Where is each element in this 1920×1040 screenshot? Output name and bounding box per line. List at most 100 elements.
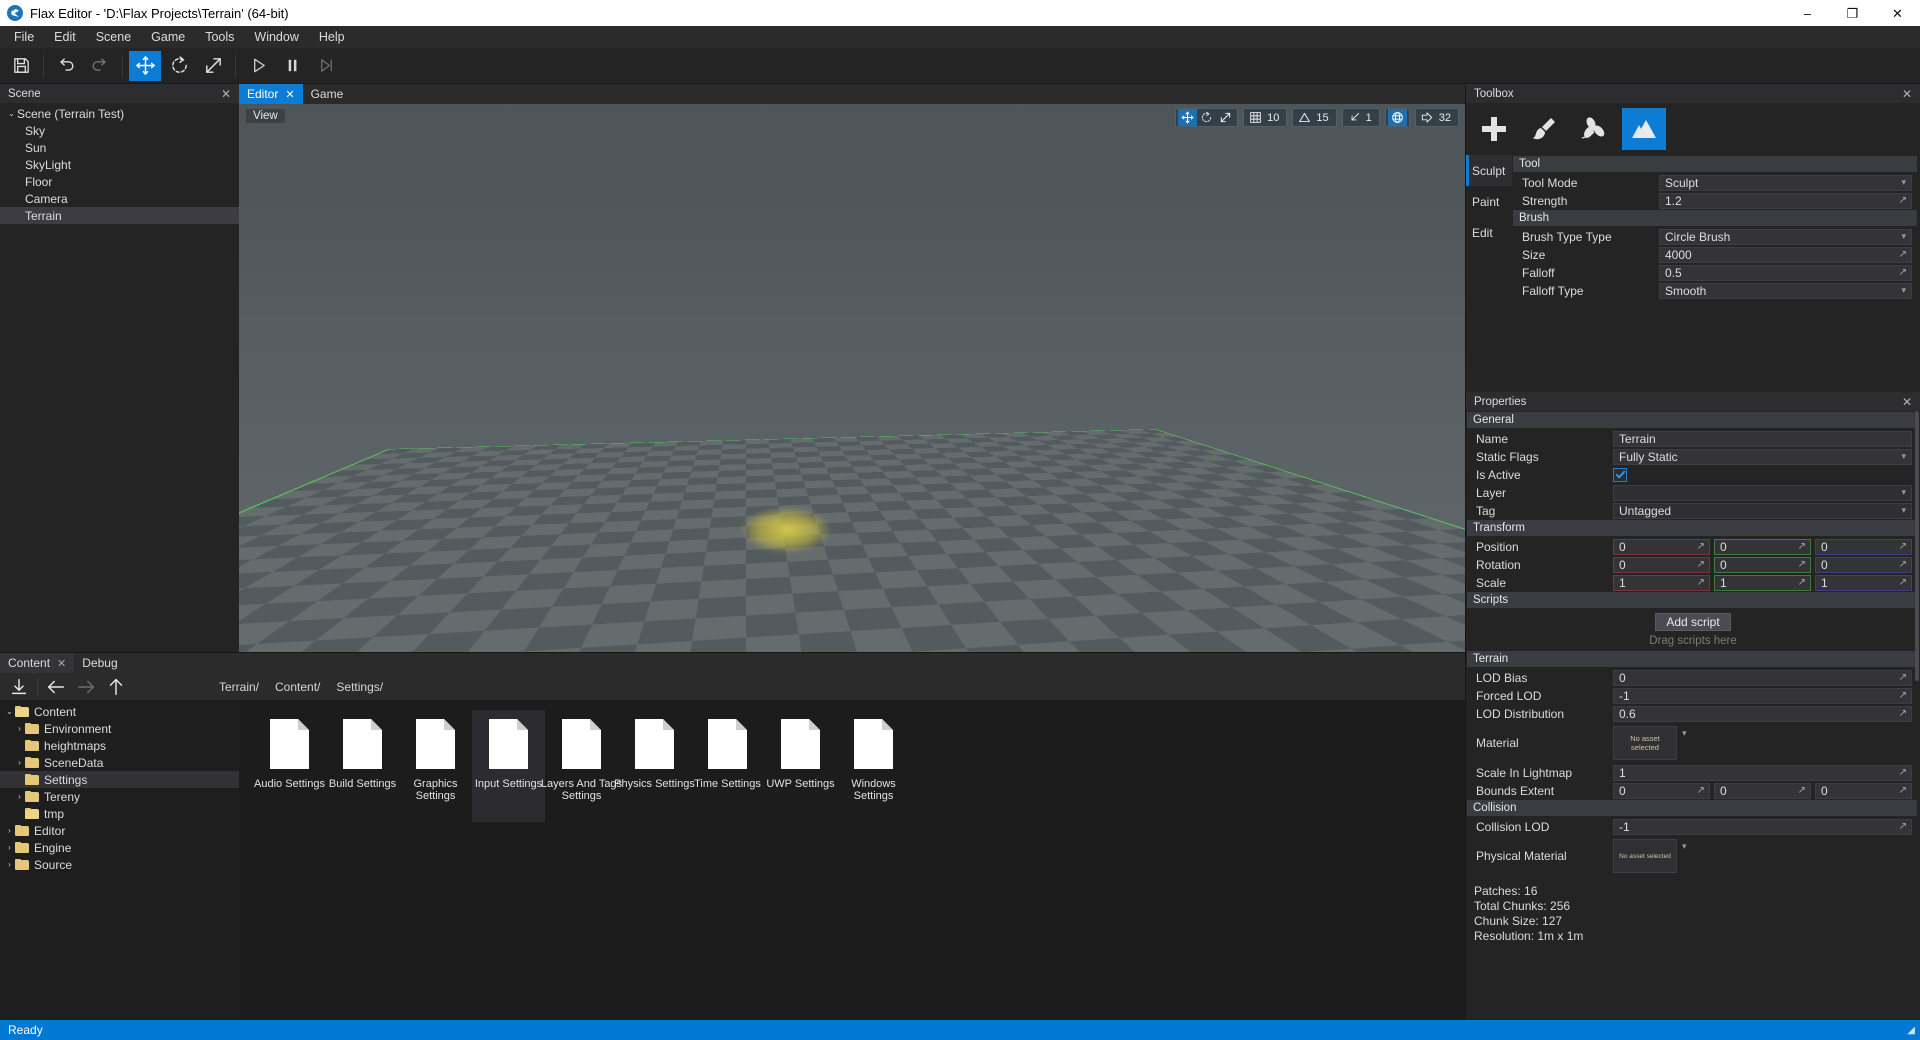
scene-tree-row-skylight[interactable]: SkyLight: [0, 156, 239, 173]
properties-close-icon[interactable]: ✕: [1902, 395, 1912, 409]
scale-mode-icon[interactable]: [1216, 109, 1235, 126]
asset-item[interactable]: Time Settings: [691, 710, 764, 822]
drag-resize-icon[interactable]: ↗: [1798, 577, 1806, 588]
drag-resize-icon[interactable]: ↗: [1697, 577, 1705, 588]
chevron-right-icon[interactable]: ›: [14, 792, 25, 801]
chevron-right-icon[interactable]: ›: [14, 758, 25, 767]
drag-resize-icon[interactable]: ↗: [1798, 541, 1806, 552]
breadcrumb-content[interactable]: Content/: [275, 680, 320, 694]
physical-material-asset-picker[interactable]: No asset selected: [1613, 839, 1677, 873]
rotate-gizmo-icon[interactable]: [163, 51, 195, 81]
bounds-z-input[interactable]: 0 ↗: [1815, 782, 1912, 799]
asset-item[interactable]: Layers And Tags Settings: [541, 710, 622, 822]
lod-bias-input[interactable]: 0 ↗: [1613, 669, 1912, 686]
position-z-input[interactable]: 0 ↗: [1815, 538, 1912, 555]
asset-grid[interactable]: Audio Settings Build Settings Graphics S…: [239, 700, 1465, 1020]
redo-icon[interactable]: [84, 51, 116, 81]
folder-row-editor[interactable]: › Editor: [0, 822, 239, 839]
menu-game[interactable]: Game: [141, 26, 195, 48]
drag-resize-icon[interactable]: ↗: [1798, 785, 1806, 796]
globe-icon[interactable]: [1387, 109, 1407, 126]
close-icon[interactable]: ✕: [1875, 0, 1920, 26]
menu-tools[interactable]: Tools: [195, 26, 244, 48]
position-x-input[interactable]: 0 ↗: [1613, 538, 1710, 555]
folder-row-environment[interactable]: › Environment: [0, 720, 239, 737]
folder-row-tmp[interactable]: tmp: [0, 805, 239, 822]
scene-tree-row-scene[interactable]: ⌄ Scene (Terrain Test): [0, 105, 239, 122]
add-script-button[interactable]: Add script: [1655, 613, 1731, 631]
translate-gizmo-icon[interactable]: [129, 50, 161, 81]
scene-tree-row-camera[interactable]: Camera: [0, 190, 239, 207]
toolbox-tab-sculpt[interactable]: Sculpt: [1466, 155, 1512, 186]
save-icon[interactable]: [5, 51, 37, 81]
drag-resize-icon[interactable]: ↗: [1798, 559, 1806, 570]
pause-icon[interactable]: [276, 51, 308, 81]
drag-resize-icon[interactable]: ↗: [1899, 249, 1907, 260]
forced-lod-input[interactable]: -1 ↗: [1613, 687, 1912, 704]
folder-row-content[interactable]: ⌄ Content: [0, 703, 239, 720]
properties-scrollbar[interactable]: [1915, 411, 1919, 681]
brush-type-select[interactable]: Circle Brush ▾: [1659, 228, 1912, 245]
menu-scene[interactable]: Scene: [86, 26, 141, 48]
collision-lod-input[interactable]: -1 ↗: [1613, 818, 1912, 835]
camera-speed-value[interactable]: 32: [1437, 112, 1456, 124]
static-flags-select[interactable]: Fully Static ▾: [1613, 448, 1912, 465]
scene-tree-row-floor[interactable]: Floor: [0, 173, 239, 190]
chevron-right-icon[interactable]: ›: [4, 860, 15, 869]
drag-resize-icon[interactable]: ↗: [1697, 541, 1705, 552]
strength-input[interactable]: 1.2 ↗: [1659, 192, 1912, 209]
drag-resize-icon[interactable]: ↗: [1899, 672, 1907, 683]
folder-row-heightmaps[interactable]: heightmaps: [0, 737, 239, 754]
view-button[interactable]: View: [245, 108, 286, 124]
minimize-icon[interactable]: –: [1785, 0, 1830, 26]
tab-editor[interactable]: Editor ✕: [239, 84, 303, 104]
drag-resize-icon[interactable]: ↗: [1899, 785, 1907, 796]
rotate-mode-icon[interactable]: [1197, 109, 1216, 126]
breadcrumb-settings[interactable]: Settings/: [336, 680, 383, 694]
scale-lightmap-input[interactable]: 1 ↗: [1613, 764, 1912, 781]
angle-snap-value[interactable]: 15: [1314, 112, 1333, 124]
asset-item[interactable]: UWP Settings: [764, 710, 837, 822]
folder-row-settings[interactable]: Settings: [0, 771, 239, 788]
scale-z-input[interactable]: 1 ↗: [1815, 574, 1912, 591]
asset-item[interactable]: Input Settings: [472, 710, 545, 822]
grid-snap-icon[interactable]: [1246, 109, 1265, 126]
folder-row-scenedata[interactable]: › SceneData: [0, 754, 239, 771]
chevron-down-icon[interactable]: ▾: [1682, 841, 1687, 852]
bounds-y-input[interactable]: 0 ↗: [1714, 782, 1811, 799]
drag-resize-icon[interactable]: ↗: [1899, 767, 1907, 778]
foliage-leaf-icon[interactable]: [1572, 108, 1616, 150]
brush-size-input[interactable]: 4000 ↗: [1659, 246, 1912, 263]
asset-item[interactable]: Graphics Settings: [399, 710, 472, 822]
chevron-down-icon[interactable]: ⌄: [6, 109, 17, 118]
menu-window[interactable]: Window: [244, 26, 308, 48]
paint-brush-icon[interactable]: [1522, 108, 1566, 150]
add-plus-icon[interactable]: [1472, 108, 1516, 150]
brush-falloff-input[interactable]: 0.5 ↗: [1659, 264, 1912, 281]
falloff-type-select[interactable]: Smooth ▾: [1659, 282, 1912, 299]
toolbox-close-icon[interactable]: ✕: [1902, 87, 1912, 101]
bounds-x-input[interactable]: 0 ↗: [1613, 782, 1710, 799]
drag-resize-icon[interactable]: ↗: [1899, 821, 1907, 832]
chevron-right-icon[interactable]: ›: [4, 826, 15, 835]
scene-panel-close-icon[interactable]: ✕: [221, 87, 231, 101]
asset-item[interactable]: Physics Settings: [614, 710, 695, 822]
scale-snap-icon[interactable]: [1345, 109, 1364, 126]
tab-game[interactable]: Game: [303, 84, 352, 104]
undo-icon[interactable]: [50, 51, 82, 81]
angle-snap-icon[interactable]: [1295, 109, 1314, 126]
folder-row-tereny[interactable]: › Tereny: [0, 788, 239, 805]
drag-resize-icon[interactable]: ↗: [1697, 785, 1705, 796]
menu-edit[interactable]: Edit: [44, 26, 86, 48]
rotation-x-input[interactable]: 0 ↗: [1613, 556, 1710, 573]
back-arrow-icon[interactable]: [41, 674, 71, 699]
drag-resize-icon[interactable]: ↗: [1697, 559, 1705, 570]
rotation-y-input[interactable]: 0 ↗: [1714, 556, 1811, 573]
grid-snap-value[interactable]: 10: [1265, 112, 1284, 124]
scale-snap-value[interactable]: 1: [1364, 112, 1377, 124]
drag-resize-icon[interactable]: ↗: [1899, 690, 1907, 701]
tag-select[interactable]: Untagged ▾: [1613, 502, 1912, 519]
drag-resize-icon[interactable]: ↗: [1899, 267, 1907, 278]
properties-scroll[interactable]: General Name Terrain Static Flags Fully …: [1466, 411, 1920, 1020]
position-y-input[interactable]: 0 ↗: [1714, 538, 1811, 555]
